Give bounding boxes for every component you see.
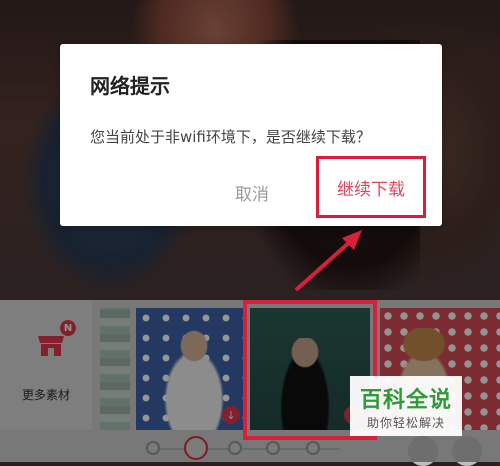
watermark: 百科全说 助你轻松解决 (350, 376, 462, 436)
watermark-title: 百科全说 (359, 388, 452, 413)
watermark-subtitle: 助你轻松解决 (366, 416, 445, 430)
